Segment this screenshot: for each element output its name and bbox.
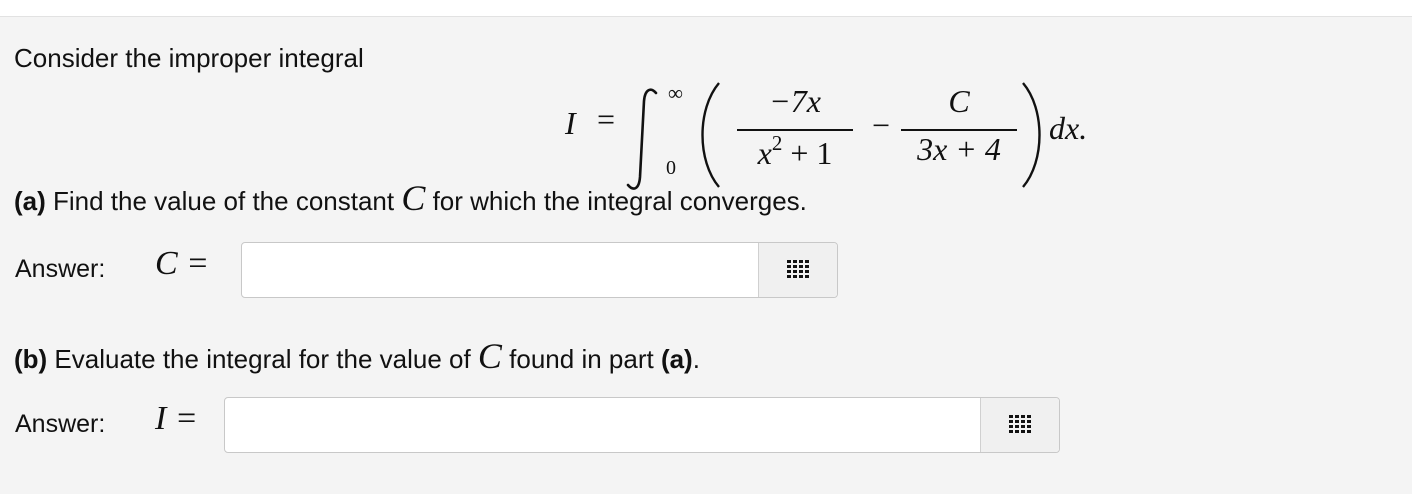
fraction-one-numerator: −7x	[769, 83, 821, 119]
part-a-variable: C	[401, 178, 426, 218]
part-a-question: (a) Find the value of the constant C for…	[14, 177, 807, 219]
keypad-icon	[1009, 415, 1031, 433]
part-b-text-after: .	[692, 344, 700, 374]
part-b-question: (b) Evaluate the integral for the value …	[14, 335, 700, 377]
answer-b-input[interactable]	[227, 400, 981, 450]
left-paren-icon	[701, 82, 720, 188]
fraction-two-denominator: 3x + 4	[917, 131, 1001, 167]
right-paren-icon	[1022, 82, 1041, 188]
keypad-icon	[787, 260, 809, 278]
differential: dx.	[1049, 110, 1088, 146]
equation-lhs: I	[565, 105, 576, 141]
upper-limit: ∞	[668, 81, 683, 105]
fraction-one: −7x x2 + 1	[737, 83, 853, 183]
top-bar	[0, 0, 1412, 17]
answer-a-label: Answer:	[15, 255, 106, 283]
denominator-exponent: 2	[771, 131, 783, 155]
answer-b-label: Answer:	[15, 410, 106, 438]
question-panel: Consider the improper integral I = ∞ 0 −…	[0, 17, 1412, 494]
part-b-label: (b)	[14, 344, 48, 374]
part-b-text-mid: found in part	[501, 344, 661, 374]
denominator-base: x	[757, 135, 772, 171]
answer-a-keypad-button[interactable]	[758, 243, 837, 297]
fraction-two: C 3x + 4	[901, 83, 1017, 183]
part-a-text-after: for which the integral converges.	[425, 186, 807, 216]
answer-a-field	[241, 242, 838, 298]
answer-a-variable: C =	[155, 245, 210, 282]
fraction-one-denominator: x2 + 1	[737, 131, 853, 172]
answer-a-input[interactable]	[244, 245, 758, 295]
answer-b-variable: I =	[155, 400, 198, 437]
part-a-label: (a)	[14, 186, 46, 216]
fraction-two-numerator: C	[948, 83, 970, 119]
part-b-text-before: Evaluate the integral for the value of	[47, 344, 478, 374]
answer-b-field	[224, 397, 1060, 453]
minus-sign: −	[872, 107, 891, 143]
part-a-text-before: Find the value of the constant	[45, 186, 402, 216]
intro-text: Consider the improper integral	[14, 43, 364, 73]
answer-b-keypad-button[interactable]	[980, 398, 1059, 452]
part-b-ref: (a)	[660, 344, 693, 374]
equation-equals: =	[597, 101, 616, 137]
denominator-rest: + 1	[782, 135, 833, 171]
part-b-variable: C	[477, 336, 502, 376]
